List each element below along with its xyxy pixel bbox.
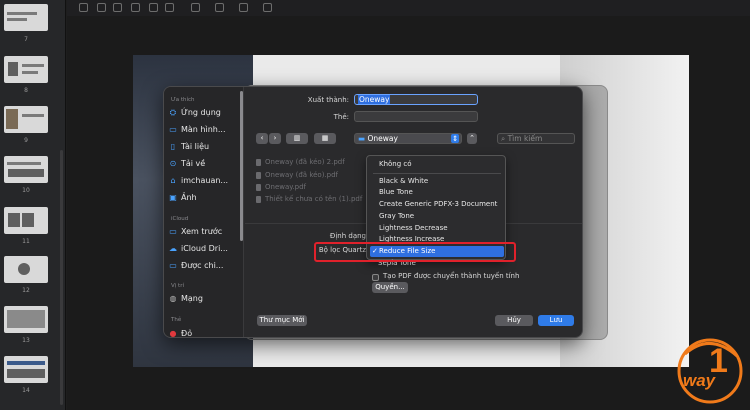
pdf-file-icon [256, 195, 261, 203]
home-icon: ⌂ [170, 176, 176, 185]
red-tag-icon: ● [169, 329, 177, 338]
document-icon: ▯ [170, 142, 176, 151]
folder-icon: ▭ [169, 227, 177, 236]
slide-thumbnail[interactable] [4, 306, 48, 333]
slide-number: 10 [22, 187, 30, 194]
file-item[interactable]: Oneway.pdf [256, 182, 306, 192]
menu-item-pdfx3[interactable]: Create Generic PDFX-3 Document [367, 199, 507, 210]
highlight-tool-icon[interactable] [149, 3, 158, 12]
cloud-icon: ☁ [169, 244, 177, 253]
slide-number: 14 [22, 387, 30, 394]
photos-icon: ▣ [169, 193, 177, 202]
pdf-file-icon [256, 158, 261, 166]
tags-input[interactable] [354, 111, 478, 122]
folder-icon: ▬ [358, 134, 366, 143]
shape-tool-icon[interactable] [97, 3, 106, 12]
sidebar-item-downloads[interactable]: ⊙ Tải về [169, 157, 239, 170]
download-icon: ⊙ [169, 159, 177, 168]
logo-text: way [683, 371, 717, 390]
format-label: Định dạng [329, 232, 366, 240]
file-item[interactable]: Oneway (đã kéo).pdf [256, 170, 338, 180]
sidebar-item-icloud-drive[interactable]: ☁ iCloud Dri... [169, 242, 239, 255]
linearized-label: Tạo PDF được chuyển thành tuyến tính [383, 272, 520, 280]
menu-separator [373, 173, 501, 174]
menu-item-gray-tone[interactable]: Gray Tone [367, 211, 507, 222]
sidebar-scrollbar[interactable] [240, 91, 243, 241]
note-tool-icon[interactable] [165, 3, 174, 12]
sidebar-item-tag-red[interactable]: ● Đỏ [169, 327, 239, 338]
sidebar-heading-favorites: Ưa thích [171, 97, 195, 103]
oneway-logo: 1 way [675, 334, 745, 406]
slide-thumbnail[interactable] [4, 106, 48, 133]
slide-thumbnail[interactable] [4, 56, 48, 83]
slide-number: 13 [22, 337, 30, 344]
expand-button[interactable]: ⌃ [467, 133, 477, 144]
window-icon[interactable] [263, 3, 272, 12]
cancel-button[interactable]: Hủy [495, 315, 533, 326]
shared-folder-icon: ▭ [169, 261, 177, 270]
search-input[interactable]: ⌕ Tìm kiếm [497, 133, 575, 144]
export-as-label: Xuất thành: [307, 96, 349, 104]
apps-icon: ⛭ [169, 107, 177, 117]
oneway-logo-icon: 1 way [677, 338, 743, 404]
slide-number: 9 [24, 137, 28, 144]
slide-number: 12 [22, 287, 30, 294]
sidebar-item-documents[interactable]: ▯ Tài liệu [169, 140, 239, 153]
editor-toolbar [67, 0, 750, 16]
permissions-button[interactable]: Quyền... [372, 282, 408, 293]
file-item[interactable]: Thiết kế chưa có tên (1).pdf [256, 194, 362, 204]
chevron-updown-icon: ⇕ [451, 134, 459, 143]
forward-button[interactable]: › [269, 133, 281, 144]
slide-number: 7 [24, 36, 28, 43]
sidebar-heading-icloud: iCloud [171, 216, 189, 222]
sidebar-item-desktop[interactable]: ▭ Màn hình... [169, 123, 239, 136]
sidebar-item-preview[interactable]: ▭ Xem trước [169, 225, 239, 238]
pdf-file-icon [256, 171, 261, 179]
filename-input[interactable]: Oneway [354, 94, 478, 105]
new-folder-button[interactable]: Thư mục Mới [257, 315, 307, 326]
box-tool-icon[interactable] [113, 3, 122, 12]
menu-item-blue-tone[interactable]: Blue Tone [367, 187, 507, 198]
search-icon: ⌕ [501, 134, 506, 143]
slide-thumbnail[interactable] [4, 156, 48, 183]
sidebar-item-applications[interactable]: ⛭ Ứng dụng [169, 106, 239, 119]
shapes-menu-icon[interactable] [191, 3, 200, 12]
pdf-file-icon [256, 183, 261, 191]
slide-number: 11 [22, 238, 30, 245]
desktop-icon: ▭ [169, 125, 177, 134]
slide-thumbnail[interactable] [4, 356, 48, 383]
text-tool-icon[interactable] [79, 3, 88, 12]
slide-number: 8 [24, 87, 28, 94]
back-button[interactable]: ‹ [256, 133, 268, 144]
group-button[interactable]: ▦ [314, 133, 336, 144]
sign-icon[interactable] [215, 3, 224, 12]
crop-icon[interactable] [239, 3, 248, 12]
sidebar-item-home[interactable]: ⌂ imchauan... [169, 174, 239, 187]
sidebar-item-photos[interactable]: ▣ Ảnh [169, 191, 239, 204]
tags-label: Thẻ: [333, 113, 349, 121]
pen-tool-icon[interactable] [131, 3, 140, 12]
menu-item-none[interactable]: Không có [367, 159, 507, 170]
location-select[interactable]: ▬ Oneway ⇕ [354, 133, 462, 144]
menu-item-black-white[interactable]: Black & White [367, 176, 507, 187]
file-item[interactable]: Oneway (đã kéo) 2.pdf [256, 157, 345, 167]
slide-thumbnail[interactable] [4, 256, 48, 283]
slide-thumbnail-panel: 7 8 9 10 11 12 13 14 [0, 0, 66, 410]
sidebar-heading-tags: Thẻ [171, 317, 182, 323]
sidebar-heading-locations: Vị trí [171, 283, 184, 289]
thumbnail-scrollbar[interactable] [60, 150, 63, 405]
dialog-sidebar: Ưa thích ⛭ Ứng dụng ▭ Màn hình... ▯ Tài liệ… [164, 87, 244, 338]
menu-item-lightness-decrease[interactable]: Lightness Decrease [367, 223, 507, 234]
save-button[interactable]: Lưu [538, 315, 574, 326]
sidebar-item-shared[interactable]: ▭ Được chi... [169, 259, 239, 272]
view-mode-button[interactable]: ▥ [286, 133, 308, 144]
linearized-checkbox[interactable] [372, 274, 379, 281]
sidebar-item-network[interactable]: ◍ Mạng [169, 292, 239, 305]
slide-thumbnail[interactable] [4, 207, 48, 234]
slide-thumbnail[interactable] [4, 4, 48, 31]
highlight-annotation [314, 242, 516, 262]
network-icon: ◍ [169, 294, 177, 303]
